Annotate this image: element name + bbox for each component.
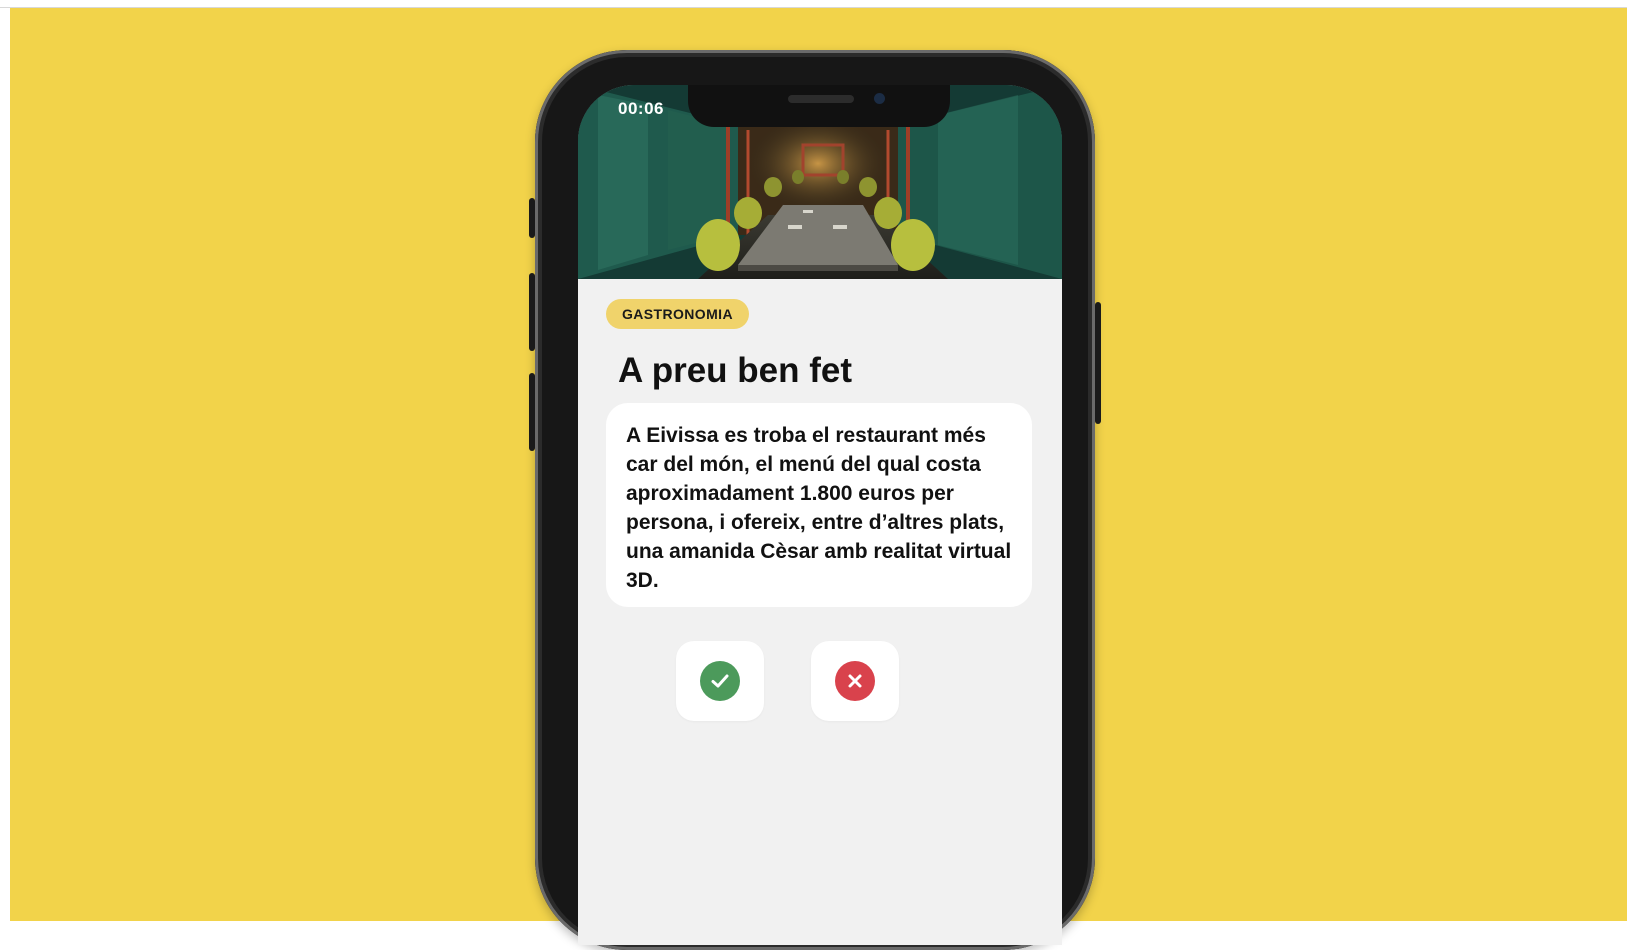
power-button — [1095, 302, 1101, 424]
volume-up-button — [529, 273, 535, 351]
volume-down-button — [529, 373, 535, 451]
status-time: 00:06 — [618, 99, 664, 118]
question-card: A Eivissa es troba el restaurant més car… — [606, 403, 1032, 607]
phone-notch — [688, 85, 950, 127]
close-icon — [835, 661, 875, 701]
false-button[interactable] — [811, 641, 899, 721]
front-camera — [874, 93, 885, 104]
article-title: A preu ben fet — [618, 351, 852, 390]
speaker-grille — [788, 95, 854, 103]
question-text: A Eivissa es troba el restaurant més car… — [626, 424, 1012, 592]
mute-switch — [529, 198, 535, 238]
phone-screen: 00:06 GASTRONOMIA A preu ben fet A Eivis… — [578, 85, 1062, 945]
true-button[interactable] — [676, 641, 764, 721]
restaurant-image: 00:06 — [578, 85, 1062, 279]
check-icon — [700, 661, 740, 701]
category-badge: GASTRONOMIA — [606, 299, 749, 329]
